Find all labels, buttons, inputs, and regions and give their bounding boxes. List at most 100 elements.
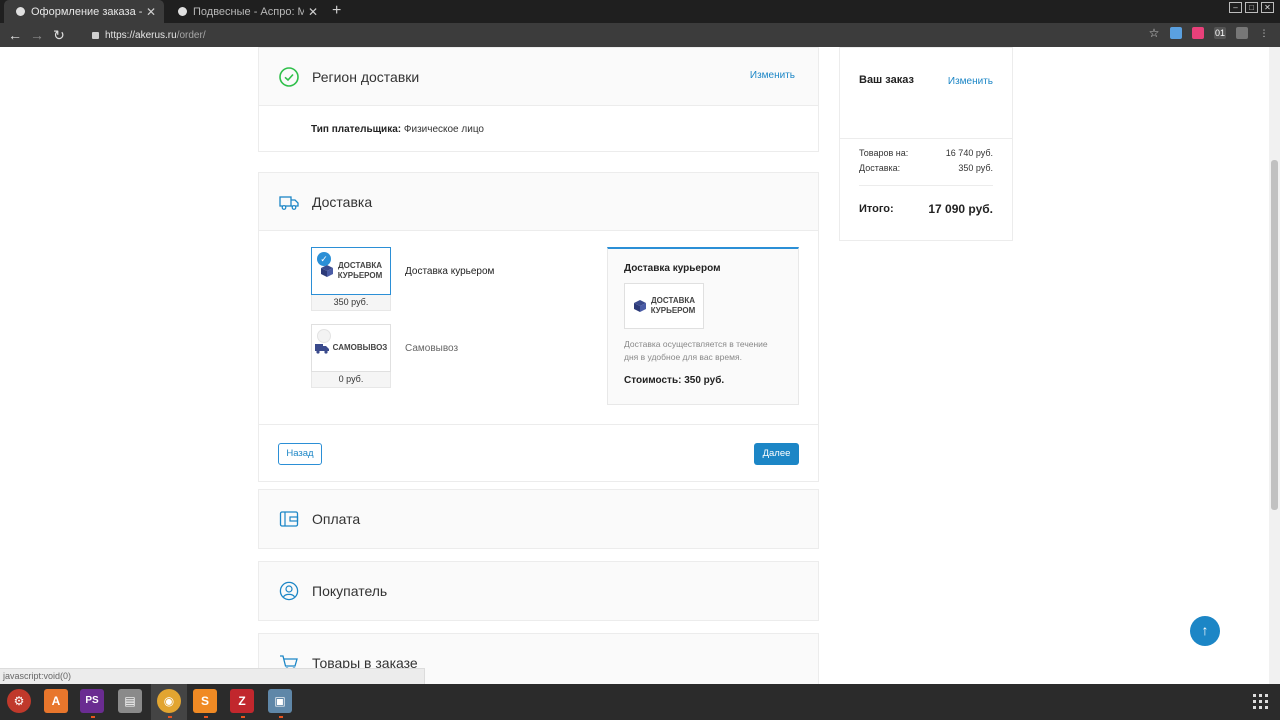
buyer-section: Покупатель	[258, 561, 819, 621]
extension-icon[interactable]	[1236, 27, 1248, 39]
summary-total-row: Итого: 17 090 руб.	[840, 199, 1012, 219]
address-bar: ← → ↻ https://akerus.ru/order/ ☆ 01 ⋮	[0, 23, 1280, 47]
close-window-icon[interactable]: ✕	[1261, 2, 1274, 13]
detail-logo-text: ДОСТАВКА КУРЬЕРОМ	[651, 296, 696, 316]
os-taskbar: ⚙ A PS ▤ ◉ S Z ▣	[0, 684, 1280, 720]
region-change-link[interactable]: Изменить	[750, 70, 795, 81]
truck-logo-icon	[314, 344, 329, 354]
tab-order[interactable]: Оформление заказа - Ас ✕	[4, 0, 164, 23]
summary-change-link[interactable]: Изменить	[948, 76, 993, 87]
delivery-value: 350 руб.	[958, 162, 993, 173]
goods-label: Товаров на:	[859, 147, 909, 158]
courier-logo: ✓ ДОСТАВКА КУРЬЕРОМ	[311, 247, 391, 295]
wallet-icon	[279, 510, 299, 527]
logo-line: ДОСТАВКА	[337, 261, 383, 270]
selected-check-icon: ✓	[317, 252, 331, 266]
pickup-name[interactable]: Самовывоз	[405, 343, 458, 354]
courier-price: 350 руб.	[311, 295, 391, 311]
extension-icon[interactable]: 01	[1214, 27, 1226, 39]
pickup-price: 0 руб.	[311, 372, 391, 388]
tab-close-icon[interactable]: ✕	[308, 5, 318, 19]
running-indicator	[91, 716, 95, 718]
payer-value: Физическое лицо	[403, 124, 484, 135]
check-circle-icon	[279, 66, 299, 87]
unselected-radio-icon	[317, 329, 331, 343]
goods-value: 16 740 руб.	[945, 147, 993, 158]
detail-description: Доставка осуществляется в течение дня в …	[624, 339, 768, 362]
running-indicator	[241, 716, 245, 718]
total-label: Итого:	[859, 203, 894, 215]
app-grid-icon[interactable]	[1253, 694, 1268, 709]
payer-label: Тип плательщика:	[311, 124, 402, 135]
url-field[interactable]: https://akerus.ru/order/	[105, 30, 206, 41]
browser-tab-strip: Оформление заказа - Ас ✕ Подвесные - Асп…	[0, 0, 1280, 23]
payment-header[interactable]: Оплата	[259, 490, 818, 547]
page-scrollbar[interactable]	[1269, 47, 1280, 684]
delivery-buttons: Назад Далее	[259, 424, 818, 481]
extension-icon[interactable]	[1170, 27, 1182, 39]
bookmark-star-icon[interactable]: ☆	[1148, 27, 1160, 39]
forward-icon[interactable]: →	[26, 27, 48, 43]
delivery-section: Доставка ✓ ДОСТАВКА КУРЬЕРОМ 350 руб. До…	[258, 172, 819, 482]
url-path: /order/	[176, 29, 206, 41]
delivery-label: Доставка:	[859, 162, 901, 173]
scroll-to-top-button[interactable]: ↑	[1190, 616, 1220, 646]
region-header: Регион доставки Изменить	[259, 48, 818, 105]
tab-pendants[interactable]: Подвесные - Аспро: Мар ✕	[166, 0, 326, 23]
reload-icon[interactable]: ↻	[48, 27, 70, 44]
url-host: https://akerus.ru	[105, 29, 177, 41]
truck-icon	[279, 195, 299, 210]
buyer-title: Покупатель	[312, 582, 388, 599]
pickup-logo: САМОВЫВОЗ	[311, 324, 391, 372]
filezilla-app-icon[interactable]: Z	[230, 689, 254, 713]
new-tab-icon[interactable]: +	[332, 2, 341, 20]
sublime-app-icon[interactable]: S	[193, 689, 217, 713]
logo-line: КУРЬЕРОМ	[650, 306, 696, 315]
files-app-icon[interactable]: ▤	[118, 689, 142, 713]
detail-logo: ДОСТАВКА КУРЬЕРОМ	[624, 283, 704, 329]
tab-title: Подвесные - Аспро: Мар	[193, 5, 304, 18]
phpstorm-app-icon[interactable]: PS	[80, 689, 104, 713]
courier-name[interactable]: Доставка курьером	[405, 266, 494, 277]
next-button[interactable]: Далее	[754, 443, 799, 465]
summary-header: Ваш заказ Изменить	[840, 48, 1012, 105]
summary-title: Ваш заказ	[859, 74, 914, 86]
buyer-header[interactable]: Покупатель	[259, 562, 818, 619]
running-indicator	[168, 716, 172, 718]
maximize-icon[interactable]: □	[1245, 2, 1258, 13]
store-app-icon[interactable]: A	[44, 689, 68, 713]
delivery-options: ✓ ДОСТАВКА КУРЬЕРОМ 350 руб. Доставка ку…	[259, 230, 818, 424]
delivery-option-pickup[interactable]: САМОВЫВОЗ 0 руб.	[311, 324, 391, 388]
box-icon	[633, 300, 646, 312]
minimize-icon[interactable]: –	[1229, 2, 1242, 13]
total-value: 17 090 руб.	[928, 202, 993, 216]
settings-app-icon[interactable]: ⚙	[7, 689, 31, 713]
chrome-app-icon[interactable]: ◉	[157, 689, 181, 713]
box-icon	[320, 265, 333, 277]
tab-close-icon[interactable]: ✕	[146, 5, 156, 19]
region-title: Регион доставки	[312, 68, 420, 85]
back-icon[interactable]: ←	[4, 27, 26, 43]
lock-icon	[92, 31, 99, 39]
status-bar-text: javascript:void(0)	[0, 668, 425, 684]
tab-favicon-icon	[16, 7, 25, 16]
payment-section: Оплата	[258, 489, 819, 549]
summary-delivery-row: Доставка: 350 руб.	[840, 160, 1012, 175]
extensions-area: ☆ 01 ⋮	[1148, 27, 1270, 39]
tab-favicon-icon	[178, 7, 187, 16]
back-button[interactable]: Назад	[278, 443, 322, 465]
page-content: Регион доставки Изменить Тип плательщика…	[0, 47, 1280, 684]
running-indicator	[279, 716, 283, 718]
detail-cost: Стоимость: 350 руб.	[624, 375, 725, 386]
payer-type: Тип плательщика: Физическое лицо	[259, 105, 818, 151]
extension-icon[interactable]	[1192, 27, 1204, 39]
delivery-detail-panel: Доставка курьером ДОСТАВКА КУРЬЕРОМ Дост…	[607, 247, 799, 405]
scrollbar-thumb[interactable]	[1271, 160, 1278, 510]
pickup-logo-text: САМОВЫВОЗ	[332, 343, 388, 352]
screenshot-app-icon[interactable]: ▣	[268, 689, 292, 713]
delivery-option-courier[interactable]: ✓ ДОСТАВКА КУРЬЕРОМ 350 руб.	[311, 247, 391, 311]
divider	[859, 185, 993, 186]
window-controls: – □ ✕	[1229, 2, 1274, 13]
menu-icon[interactable]: ⋮	[1258, 27, 1270, 39]
delivery-title: Доставка	[312, 193, 373, 210]
